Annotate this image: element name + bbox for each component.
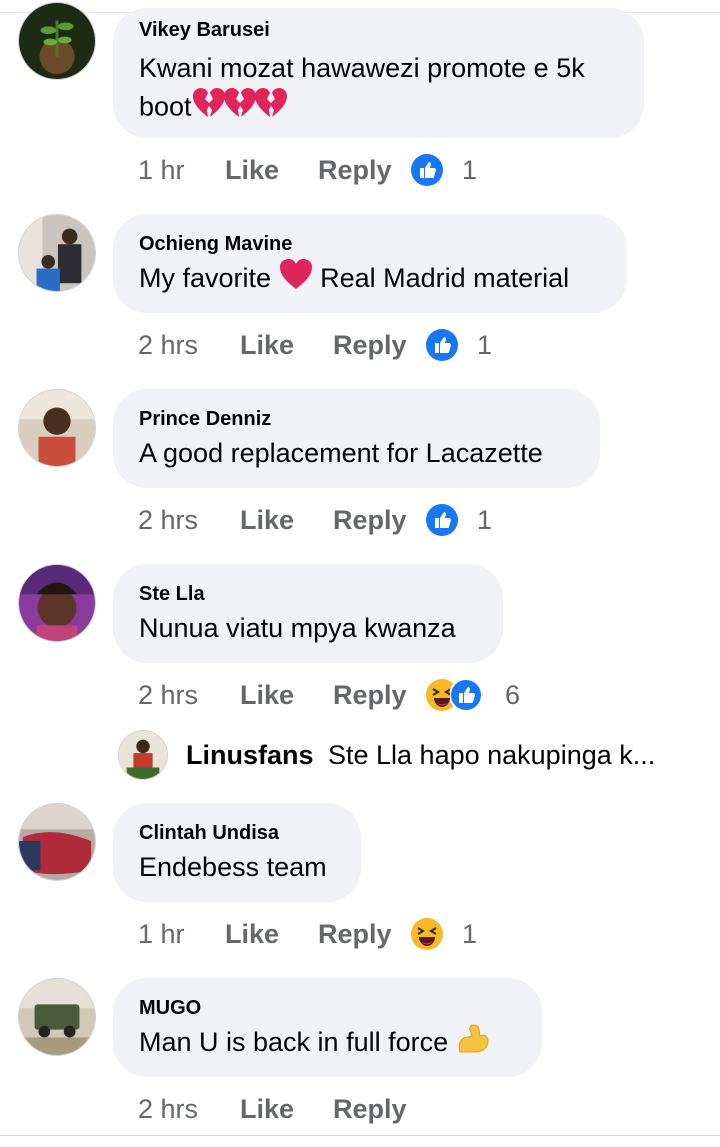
comment-text: Endebess team	[139, 852, 327, 882]
reactions[interactable]	[411, 918, 443, 950]
reply-button[interactable]: Reply	[333, 1091, 407, 1127]
reaction-count[interactable]: 1	[477, 502, 492, 538]
comment-actions: 2 hrs Like Reply 1	[138, 327, 538, 363]
comment-text: boot	[139, 91, 192, 122]
avatar[interactable]	[18, 803, 96, 881]
reply-button[interactable]: Reply	[333, 677, 407, 713]
like-icon	[411, 154, 443, 186]
comment-time[interactable]: 1 hr	[138, 152, 185, 188]
comment-author[interactable]: MUGO	[139, 996, 516, 1020]
comment-bubble: MUGO Man U is back in full force	[113, 978, 542, 1077]
bottom-divider	[0, 1135, 720, 1136]
comment-bubble: Ochieng Mavine My favorite Real Madrid m…	[113, 214, 627, 313]
reactions[interactable]	[411, 154, 443, 186]
reactions[interactable]	[426, 679, 484, 711]
comment-actions: 1 hr Like Reply 1	[138, 152, 538, 188]
avatar[interactable]	[18, 389, 96, 467]
reply-author[interactable]: Linusfans	[186, 740, 314, 771]
flexed-biceps-icon	[456, 1022, 490, 1065]
comment-actions: 2 hrs Like Reply 1	[138, 502, 538, 538]
like-button[interactable]: Like	[240, 1091, 294, 1127]
comment-text: My favorite	[139, 263, 272, 293]
haha-icon	[411, 918, 443, 950]
comment-text: Real Madrid material	[320, 263, 570, 293]
reply-button[interactable]: Reply	[333, 502, 407, 538]
reaction-count[interactable]: 1	[462, 152, 477, 188]
comment-author[interactable]: Vikey Barusei	[139, 18, 618, 42]
like-button[interactable]: Like	[240, 677, 294, 713]
reaction-count[interactable]: 6	[505, 677, 520, 713]
avatar[interactable]	[18, 978, 96, 1056]
comment-author[interactable]: Ochieng Mavine	[139, 232, 601, 256]
comment-time[interactable]: 2 hrs	[138, 1091, 198, 1127]
reply-button[interactable]: Reply	[333, 327, 407, 363]
reply-text: Ste Lla hapo nakupinga k...	[328, 740, 656, 770]
reply-button[interactable]: Reply	[318, 152, 392, 188]
like-icon	[450, 679, 482, 711]
like-button[interactable]: Like	[225, 916, 279, 952]
like-button[interactable]: Like	[225, 152, 279, 188]
comment-bubble: Prince Denniz A good replacement for Lac…	[113, 389, 600, 488]
comment-text: Man U is back in full force	[139, 1027, 449, 1057]
comment-text-line: Man U is back in full force	[139, 1022, 516, 1065]
avatar[interactable]	[18, 214, 96, 292]
comment-actions: 2 hrs Like Reply 6	[138, 677, 558, 713]
reactions[interactable]	[426, 329, 458, 361]
comment-author[interactable]: Prince Denniz	[139, 407, 574, 431]
reaction-count[interactable]: 1	[477, 327, 492, 363]
reactions[interactable]	[426, 504, 458, 536]
comment-bubble: Vikey Barusei Kwani mozat hawawezi promo…	[113, 8, 644, 138]
comment-text-line: My favorite Real Madrid material	[139, 258, 601, 301]
reply-preview[interactable]: Linusfans Ste Lla hapo nakupinga k...	[118, 730, 718, 784]
broken-heart-icon	[192, 86, 288, 131]
avatar[interactable]	[18, 2, 96, 80]
red-heart-icon	[279, 258, 313, 301]
like-button[interactable]: Like	[240, 502, 294, 538]
comment-bubble: Ste Lla Nunua viatu mpya kwanza	[113, 564, 503, 663]
comment-bubble: Clintah Undisa Endebess team	[113, 803, 361, 902]
avatar[interactable]	[118, 730, 168, 780]
comment-actions: 1 hr Like Reply 1	[138, 916, 538, 952]
comment-text: Nunua viatu mpya kwanza	[139, 613, 456, 643]
comment-text-line: boot	[139, 86, 618, 131]
comment-actions: 2 hrs Like Reply	[138, 1091, 538, 1127]
like-icon	[426, 504, 458, 536]
comment-time[interactable]: 2 hrs	[138, 502, 198, 538]
comment-time[interactable]: 1 hr	[138, 916, 185, 952]
comment-time[interactable]: 2 hrs	[138, 677, 198, 713]
reaction-count[interactable]: 1	[462, 916, 477, 952]
like-icon	[426, 329, 458, 361]
comment-time[interactable]: 2 hrs	[138, 327, 198, 363]
reply-button[interactable]: Reply	[318, 916, 392, 952]
like-button[interactable]: Like	[240, 327, 294, 363]
comment-author[interactable]: Clintah Undisa	[139, 821, 335, 845]
comment-text: A good replacement for Lacazette	[139, 438, 543, 468]
comment-author[interactable]: Ste Lla	[139, 582, 477, 606]
comment-text-line: Kwani mozat hawawezi promote e 5k	[139, 53, 585, 83]
avatar[interactable]	[18, 564, 96, 642]
